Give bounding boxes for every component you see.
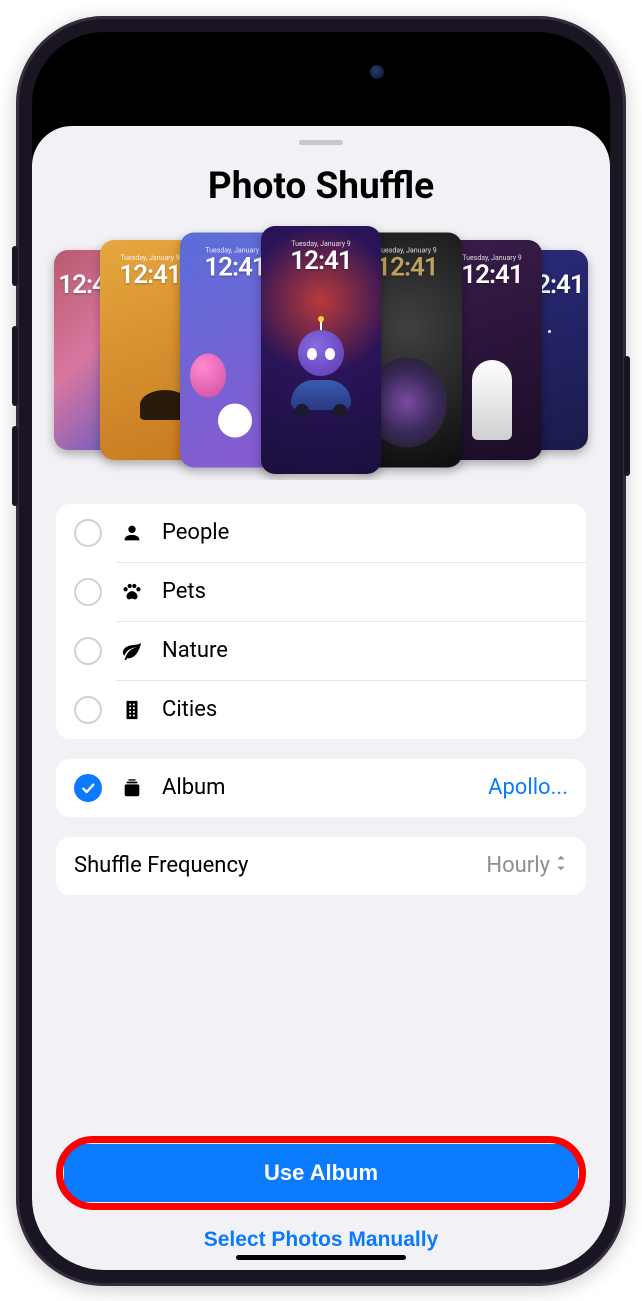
person-icon: [120, 522, 144, 544]
album-stack-icon: [120, 777, 144, 799]
up-down-chevron-icon: [554, 853, 568, 878]
radio-unchecked[interactable]: [74, 637, 102, 665]
page-title: Photo Shuffle: [32, 165, 610, 208]
use-album-button[interactable]: Use Album: [64, 1144, 578, 1202]
content-area: People Pets: [32, 504, 610, 1270]
front-camera: [370, 65, 384, 79]
option-nature[interactable]: Nature: [56, 622, 586, 680]
category-list: People Pets: [56, 504, 586, 739]
sheet-grabber[interactable]: [299, 140, 343, 145]
building-icon: [120, 699, 144, 721]
radio-unchecked[interactable]: [74, 696, 102, 724]
album-list: Album Apollo...: [56, 759, 586, 817]
option-label: Nature: [162, 638, 568, 663]
wallpaper-carousel[interactable]: 12:41 Tuesday, January 912:41 Tuesday, J…: [32, 220, 610, 480]
frequency-list: Shuffle Frequency Hourly: [56, 837, 586, 895]
dynamic-island: [246, 52, 396, 92]
screen: Photo Shuffle 12:41 Tuesday, January 912…: [32, 32, 610, 1270]
option-album[interactable]: Album Apollo...: [56, 759, 586, 817]
option-people[interactable]: People: [56, 504, 586, 562]
shuffle-frequency-row[interactable]: Shuffle Frequency Hourly: [56, 837, 586, 895]
option-label: Pets: [162, 579, 568, 604]
option-pets[interactable]: Pets: [56, 563, 586, 621]
phone-frame: Photo Shuffle 12:41 Tuesday, January 912…: [16, 16, 626, 1286]
option-label: People: [162, 520, 568, 545]
option-cities[interactable]: Cities: [56, 681, 586, 739]
leaf-icon: [120, 640, 144, 662]
volume-down-button: [12, 426, 18, 506]
option-label: Cities: [162, 697, 568, 722]
modal-sheet: Photo Shuffle 12:41 Tuesday, January 912…: [32, 126, 610, 1270]
option-label: Album: [162, 775, 470, 800]
select-photos-manually-button[interactable]: Select Photos Manually: [56, 1214, 586, 1270]
wallpaper-preview-center: Tuesday, January 9 12:41: [261, 226, 381, 474]
radio-unchecked[interactable]: [74, 519, 102, 547]
frequency-label: Shuffle Frequency: [74, 853, 468, 878]
volume-up-button: [12, 326, 18, 406]
power-button: [624, 356, 630, 476]
radio-unchecked[interactable]: [74, 578, 102, 606]
paw-icon: [120, 581, 144, 603]
home-indicator[interactable]: [236, 1255, 406, 1260]
frequency-value[interactable]: Hourly: [486, 853, 568, 878]
album-value[interactable]: Apollo...: [488, 775, 568, 800]
primary-button-highlight: Use Album: [64, 1144, 578, 1202]
side-button: [12, 246, 18, 286]
radio-checked[interactable]: [74, 774, 102, 802]
